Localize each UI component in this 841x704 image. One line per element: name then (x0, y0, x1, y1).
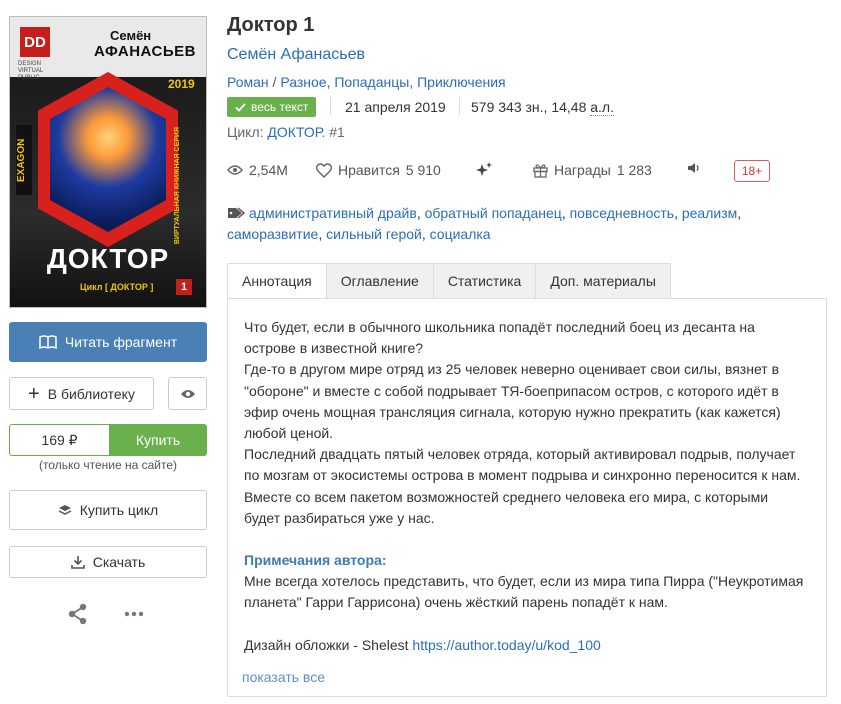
download-label: Скачать (92, 554, 146, 570)
annotation-text: Что будет, если в обычного школьника поп… (244, 317, 804, 656)
tag-link[interactable]: обратный попаданец (425, 205, 562, 221)
plus-icon: + (28, 382, 40, 405)
read-fragment-label: Читать фрагмент (64, 334, 178, 350)
annotation-paragraph: Что будет, если в обычного школьника поп… (244, 319, 755, 357)
read-fragment-button[interactable]: Читать фрагмент (9, 322, 207, 362)
tab-statistics[interactable]: Статистика (433, 263, 537, 299)
tag-link[interactable]: социалка (430, 226, 491, 242)
cover-publisher-logo: DD (20, 27, 50, 57)
cycle-link[interactable]: ДОКТОР (267, 124, 321, 140)
tag-link[interactable]: административный драйв (249, 205, 417, 221)
tab-extra-materials[interactable]: Доп. материалы (536, 263, 671, 299)
price-value: 169 ₽ (9, 424, 109, 456)
book-title: Доктор 1 (227, 14, 315, 36)
buy-button[interactable]: Купить (109, 424, 207, 456)
likes-stat[interactable]: Нравится 5 910 (316, 162, 441, 178)
content-tabs: Аннотация Оглавление Статистика Доп. мат… (227, 263, 671, 299)
age-rating-badge: 18+ (734, 160, 770, 182)
tag-list: административный драйв, обратный попадан… (227, 205, 742, 242)
tag-icon (227, 207, 245, 219)
more-options-icon[interactable] (123, 603, 145, 625)
genre-list: Роман / Разное, Попаданцы, Приключения (227, 74, 506, 90)
cover-design-line: Дизайн обложки - Shelest https://author.… (244, 636, 601, 653)
gift-icon (533, 163, 548, 178)
cover-series-label: ВИРТУАЛЬНАЯ КНИЖНАЯ СЕРИЯ (174, 127, 181, 245)
open-book-icon (39, 335, 57, 349)
download-button[interactable]: Скачать (9, 546, 207, 578)
author-link[interactable]: Семён Афанасьев (227, 46, 365, 64)
genre-link[interactable]: Разное (280, 74, 326, 90)
size-unit[interactable]: а.л. (590, 99, 614, 116)
annotation-paragraph: Где-то в другом мире отряд из 25 человек… (244, 361, 781, 442)
read-only-note: (только чтение на сайте) (38, 458, 178, 472)
divider (459, 97, 460, 115)
cover-publisher-text: DESIGN VIRTUAL PUBLIC (18, 61, 44, 81)
sparkle-icon[interactable] (476, 162, 492, 178)
share-icon[interactable] (67, 603, 89, 625)
show-all-link[interactable]: показать все (242, 669, 325, 685)
tag-link[interactable]: сильный герой (326, 226, 422, 242)
stack-icon (58, 504, 72, 516)
add-to-library-label: В библиотеку (47, 385, 135, 402)
eye-icon (180, 389, 196, 399)
cover-title: ДОКТОР (46, 243, 170, 274)
publish-date: 21 апреля 2019 (345, 99, 446, 115)
cover-exagon-label: EXAGON (16, 125, 32, 195)
divider (330, 97, 331, 115)
author-notes-title: Примечания автора: (244, 552, 387, 569)
full-text-label: весь текст (251, 100, 309, 114)
tag-link[interactable]: реализм (682, 205, 737, 221)
genre-link[interactable]: Приключения (417, 74, 506, 90)
cycle-info: Цикл: ДОКТОР. #1 (227, 124, 345, 140)
book-cover[interactable]: DD DESIGN VIRTUAL PUBLIC Семён АФАНАСЬЕВ… (9, 16, 207, 308)
annotation-panel: Что будет, если в обычного школьника поп… (227, 298, 827, 697)
tab-annotation[interactable]: Аннотация (227, 263, 327, 299)
eye-icon (227, 165, 243, 175)
speaker-icon[interactable] (687, 162, 701, 174)
genre-link[interactable]: Попаданцы (334, 74, 409, 90)
cover-year: 2019 (168, 77, 195, 91)
cover-author-first: Семён (110, 28, 152, 43)
tab-contents[interactable]: Оглавление (326, 263, 434, 299)
author-notes-text: Мне всегда хотелось представить, что буд… (244, 573, 804, 611)
full-text-badge: весь текст (227, 97, 317, 117)
download-icon (70, 555, 85, 569)
heart-icon (316, 162, 332, 178)
genre-link[interactable]: Роман (227, 74, 269, 90)
tag-link[interactable]: повседневность (570, 205, 674, 221)
cover-designer-link[interactable]: https://author.today/u/kod_100 (412, 637, 600, 653)
watch-button[interactable] (168, 377, 207, 410)
check-icon (235, 102, 246, 112)
awards-stat[interactable]: Награды 1 283 (533, 162, 652, 178)
tag-link[interactable]: саморазвитие (227, 226, 318, 242)
cover-author-last: АФАНАСЬЕВ (94, 43, 196, 60)
book-size: 579 343 зн., 14,48 а.л. (471, 99, 614, 116)
add-to-library-button[interactable]: + В библиотеку (9, 377, 154, 410)
cover-cycle: Цикл [ ДОКТОР ] (80, 282, 154, 292)
buy-cycle-button[interactable]: Купить цикл (9, 490, 207, 530)
cover-number: 1 (176, 279, 192, 295)
views-stat: 2,54M (227, 162, 288, 178)
buy-cycle-label: Купить цикл (79, 502, 159, 518)
annotation-paragraph: Последний двадцать пятый человек отряда,… (244, 446, 801, 526)
